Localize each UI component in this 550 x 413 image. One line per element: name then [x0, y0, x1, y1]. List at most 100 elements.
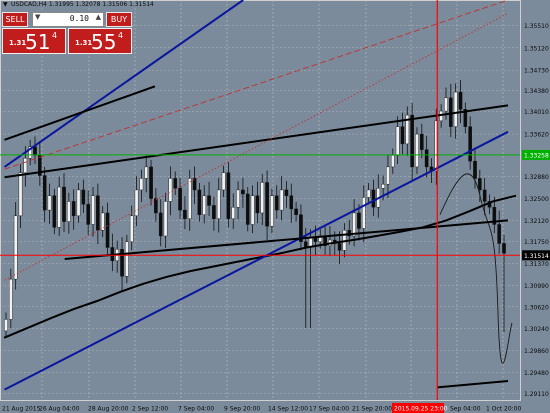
candle-up [231, 206, 236, 219]
candle-down [274, 195, 279, 211]
ask-pips: 55 [91, 30, 117, 54]
buy-button[interactable]: BUY [106, 12, 132, 27]
trendline-black [437, 380, 509, 389]
price-axis-label: 1.29110 [524, 391, 549, 398]
candle-up [134, 189, 139, 217]
sell-button[interactable]: SELL [2, 12, 28, 27]
candle-down [197, 189, 202, 215]
time-axis-label: 9 Sep 20:00 [224, 406, 260, 413]
candle-down [96, 195, 100, 231]
candle-down [284, 189, 289, 196]
candle-down [81, 189, 86, 205]
symbol-name: USDCAD,H4 [11, 1, 47, 8]
candle-up [444, 97, 448, 112]
trendline-black [4, 85, 156, 141]
candle-down [265, 182, 269, 227]
lot-size-input[interactable]: ▼ 0.10 ▲ [32, 12, 104, 27]
price-axis-label: 1.31514 [524, 253, 549, 260]
candle-up [129, 215, 134, 242]
candle-down [42, 175, 47, 211]
candle-up [395, 126, 400, 156]
time-axis-label: 21 Sep 20:00 [352, 406, 392, 413]
candle-down [371, 189, 376, 208]
price-axis-label: 1.32500 [524, 196, 549, 203]
time-axis-label: 2015.09.25 23:00 [394, 406, 448, 413]
trendline-black [4, 104, 509, 179]
candle-down [424, 149, 429, 168]
candle-up [390, 155, 395, 168]
candle-up [202, 195, 207, 215]
candle-up [366, 189, 371, 198]
moving-average-line [3, 194, 517, 339]
candle-down [357, 212, 361, 229]
candle-up [221, 172, 226, 191]
candle-up [453, 91, 458, 127]
candle-up [91, 195, 95, 225]
trendline-blue [4, 130, 509, 391]
time-axis-label: 26 Aug 04:00 [39, 406, 80, 413]
candle-down [420, 133, 424, 150]
candle-down [482, 189, 487, 202]
price-axis-label: 1.32120 [524, 218, 549, 225]
price-axis-label: 1.33620 [524, 132, 549, 139]
time-axis-label: 14 Sep 12:00 [268, 406, 308, 413]
chart-menu-arrow-icon[interactable]: ▼ [3, 1, 8, 8]
time-axis-label: 7 Sep 04:00 [178, 406, 214, 413]
candle-down [173, 178, 178, 189]
candle-down [105, 212, 110, 248]
candle-up [57, 186, 61, 228]
bid-quote-button[interactable]: 1.31 51 4 [2, 28, 66, 54]
candle-up [270, 195, 274, 227]
price-axis-label: 1.33258 [524, 152, 549, 159]
candle-down [86, 204, 90, 225]
price-chart[interactable]: 1.35510 1.35120 1.34730 1.34380 1.34010 1.336… [0, 0, 550, 413]
candle-up [236, 189, 240, 208]
candle-down [497, 224, 501, 244]
candle-down [473, 160, 477, 179]
candle-down [410, 114, 414, 168]
candle-up [361, 197, 366, 229]
candle-down [245, 193, 250, 225]
candle-up [279, 189, 284, 211]
ask-prefix: 1.31 [75, 39, 93, 47]
candle-up [23, 158, 28, 173]
candle-down [449, 97, 453, 127]
price-axis-label: 1.29480 [524, 370, 549, 377]
candle-down [337, 243, 342, 251]
candle-down [149, 166, 153, 199]
chart-window[interactable]: 1.35510 1.35120 1.34730 1.34380 1.34010 1.336… [0, 0, 550, 413]
candle-up [47, 195, 52, 211]
price-axis-label: 1.29860 [524, 348, 549, 355]
candle-down [289, 195, 294, 210]
candle-down [478, 178, 482, 191]
candle-up [352, 212, 356, 237]
time-axis-label: 21 Aug 2015 [2, 406, 41, 413]
time-axis-label: 17 Sep 04:00 [309, 406, 349, 413]
symbol-header: USDCAD,H4 1.31995 1.32078 1.31506 1.3151… [11, 1, 154, 8]
bid-prefix: 1.31 [9, 39, 27, 47]
candle-down [502, 243, 506, 254]
candle-down [313, 237, 318, 242]
price-axis-label: 1.35120 [524, 45, 549, 52]
candle-down [207, 195, 211, 206]
candle-down [154, 198, 158, 214]
candle-up [125, 241, 129, 277]
candle-down [241, 189, 245, 195]
candle-down [52, 195, 57, 228]
candle-up [386, 166, 390, 185]
lot-increase-icon[interactable]: ▲ [96, 13, 101, 21]
candle-down [33, 146, 37, 156]
candle-up [216, 189, 221, 219]
lot-decrease-icon[interactable]: ▼ [35, 13, 40, 21]
candle-down [400, 126, 405, 145]
candle-up [163, 201, 168, 237]
ohlc-values: 1.31995 1.32078 1.31506 1.31514 [48, 1, 154, 8]
candle-down [71, 201, 76, 217]
indicator-curve [439, 173, 513, 364]
ask-quote-button[interactable]: 1.31 55 4 [68, 28, 132, 54]
candle-up [250, 195, 255, 225]
lot-value[interactable]: 0.10 [70, 14, 89, 23]
candle-up [168, 178, 173, 202]
candle-up [139, 178, 144, 191]
bid-pips: 51 [25, 30, 51, 54]
